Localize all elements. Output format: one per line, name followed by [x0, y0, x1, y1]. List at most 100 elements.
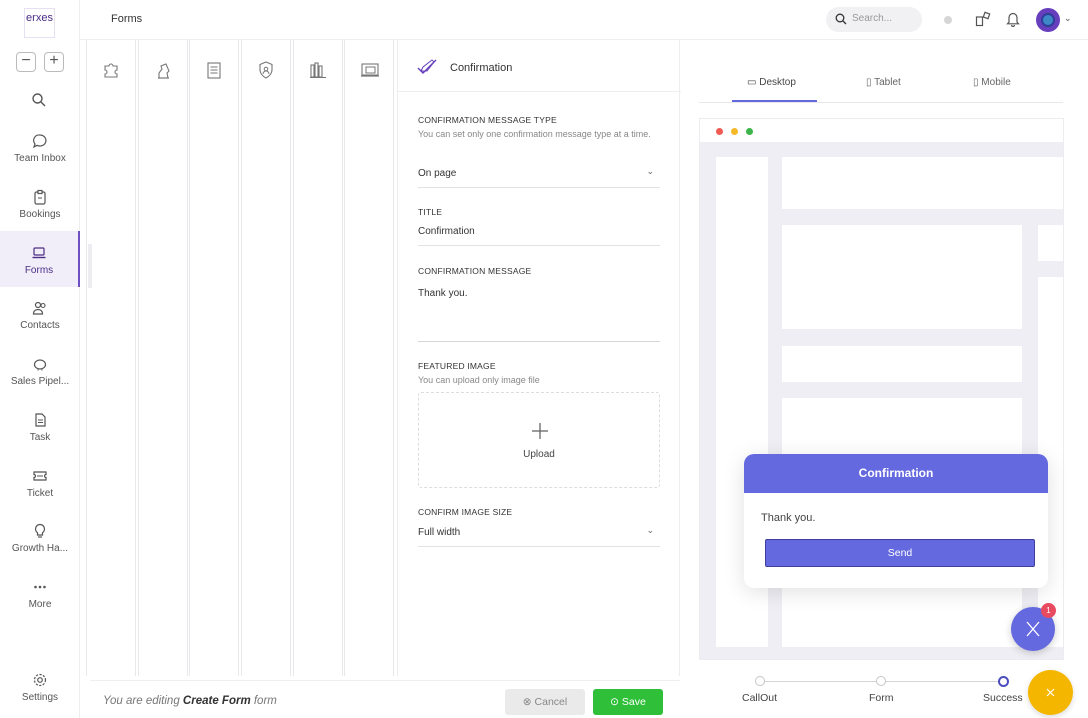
popup-message: Thank you. — [761, 512, 816, 524]
laptop-icon — [32, 247, 46, 259]
image-size-select[interactable]: Full width ⌄ — [418, 523, 660, 547]
newspaper-icon[interactable] — [204, 60, 224, 85]
search-icon[interactable] — [31, 92, 47, 113]
message-textarea[interactable]: Thank you. — [418, 284, 660, 342]
search-input[interactable]: Search... — [826, 7, 922, 32]
nav-item-task[interactable]: Task — [0, 412, 80, 443]
step-dot[interactable] — [755, 676, 765, 686]
chevron-down-icon: ⌄ — [646, 525, 654, 535]
editing-prefix: You are editing — [103, 695, 183, 707]
select-value: On page — [418, 168, 457, 179]
image-hint: You can upload only image file — [418, 375, 540, 385]
nav-item-contacts[interactable]: Contacts — [0, 300, 80, 331]
cancel-button[interactable]: ⊗ Cancel — [505, 689, 585, 715]
plus-icon — [532, 423, 548, 439]
nav-item-growth-hacking[interactable]: Growth Ha... — [0, 523, 80, 554]
monitor-icon[interactable] — [359, 60, 381, 85]
cancel-label: Cancel — [534, 696, 568, 708]
title-input[interactable]: Confirmation — [418, 222, 660, 246]
nav-item-sales-pipeline[interactable]: Sales Pipel... — [0, 356, 80, 387]
search-placeholder: Search... — [852, 13, 893, 24]
tab-label: Tablet — [874, 77, 901, 88]
gear-icon — [33, 673, 47, 687]
mobile-icon: ▯ — [973, 77, 979, 88]
strip-column — [138, 40, 188, 676]
bell-icon[interactable] — [1006, 12, 1020, 32]
nav-item-bookings[interactable]: Bookings — [0, 189, 80, 220]
tabs-divider — [699, 102, 1063, 103]
nav-item-label: Ticket — [26, 488, 54, 499]
editing-suffix: form — [250, 695, 277, 707]
strip-column — [293, 40, 343, 676]
tab-mobile[interactable]: ▯ Mobile — [973, 77, 1011, 88]
nav-item-label: Task — [29, 432, 51, 443]
avatar[interactable] — [1036, 8, 1060, 32]
shield-icon[interactable] — [256, 60, 276, 85]
zoom-in-button[interactable]: + — [44, 52, 64, 72]
notification-badge: 1 — [1041, 603, 1056, 618]
chevron-down-icon[interactable]: ⌄ — [1064, 13, 1072, 24]
people-icon — [32, 301, 46, 315]
editing-status: You are editing Create Form form — [103, 695, 277, 707]
tab-label: Mobile — [981, 77, 1011, 88]
upload-dropzone[interactable]: Upload — [418, 392, 660, 488]
active-tab-indicator — [732, 100, 817, 102]
chess-knight-icon[interactable] — [153, 60, 173, 85]
strip-column — [344, 40, 394, 676]
textarea-value: Thank you. — [418, 288, 468, 299]
close-icon — [1046, 688, 1055, 697]
form-name: Create Form — [182, 695, 251, 707]
nav-item-forms[interactable]: Forms — [0, 231, 80, 287]
lightbulb-icon — [34, 523, 46, 538]
close-dot — [716, 128, 723, 135]
upload-label: Upload — [523, 449, 555, 460]
browser-toolbar — [700, 119, 1063, 143]
message-type-select[interactable]: On page ⌄ — [418, 164, 660, 188]
step-dot-active[interactable] — [998, 676, 1009, 687]
clipboard-icon — [34, 189, 46, 205]
cancel-icon: ⊗ — [522, 696, 532, 708]
step-dot[interactable] — [876, 676, 886, 686]
help-button[interactable] — [1028, 670, 1073, 715]
strip-column — [241, 40, 291, 676]
close-icon — [1026, 621, 1040, 637]
scroll-handle[interactable] — [88, 244, 92, 288]
popup-title: Confirmation — [744, 454, 1048, 493]
tab-desktop[interactable]: ▭ Desktop — [747, 77, 796, 88]
tab-tablet[interactable]: ▯ Tablet — [866, 77, 901, 88]
books-icon[interactable] — [308, 60, 328, 85]
top-header: Forms Search... ⌄ — [80, 0, 1088, 40]
panel-heading: Confirmation — [450, 62, 513, 74]
document-icon — [35, 413, 46, 427]
confirmation-popup: Confirmation Thank you. Send — [744, 454, 1048, 588]
maximize-dot — [746, 128, 753, 135]
strip-column — [189, 40, 239, 676]
step-callout[interactable]: CallOut — [742, 692, 777, 704]
zoom-out-button[interactable]: − — [16, 52, 36, 72]
left-navigation: erxes − + Team Inbox Bookings Forms Cont… — [0, 0, 80, 718]
ticket-icon — [33, 471, 47, 481]
nav-item-settings[interactable]: Settings — [0, 672, 80, 703]
nav-item-ticket[interactable]: Ticket — [0, 468, 80, 499]
more-icon — [34, 585, 46, 589]
size-label: CONFIRM IMAGE SIZE — [418, 507, 513, 517]
send-button[interactable]: Send — [765, 539, 1035, 567]
apps-icon[interactable] — [975, 11, 991, 32]
message-label: CONFIRMATION MESSAGE — [418, 266, 532, 276]
puzzle-icon[interactable] — [101, 60, 121, 85]
save-label: Save — [621, 696, 646, 708]
step-success[interactable]: Success — [983, 692, 1023, 704]
nav-item-label: Growth Ha... — [11, 543, 69, 554]
search-icon — [835, 13, 847, 25]
nav-item-more[interactable]: More — [0, 579, 80, 610]
select-value: Full width — [418, 527, 461, 538]
check-circle-icon: ⊙ — [610, 696, 619, 708]
nav-item-team-inbox[interactable]: Team Inbox — [0, 133, 80, 164]
nav-item-label: Team Inbox — [14, 153, 66, 164]
nav-item-label: Settings — [21, 692, 59, 703]
step-form[interactable]: Form — [869, 692, 894, 704]
editor-footer: You are editing Create Form form ⊗ Cance… — [90, 680, 680, 718]
logo[interactable]: erxes — [24, 8, 55, 38]
nav-item-label: More — [28, 599, 52, 610]
save-button[interactable]: ⊙ Save — [593, 689, 663, 715]
